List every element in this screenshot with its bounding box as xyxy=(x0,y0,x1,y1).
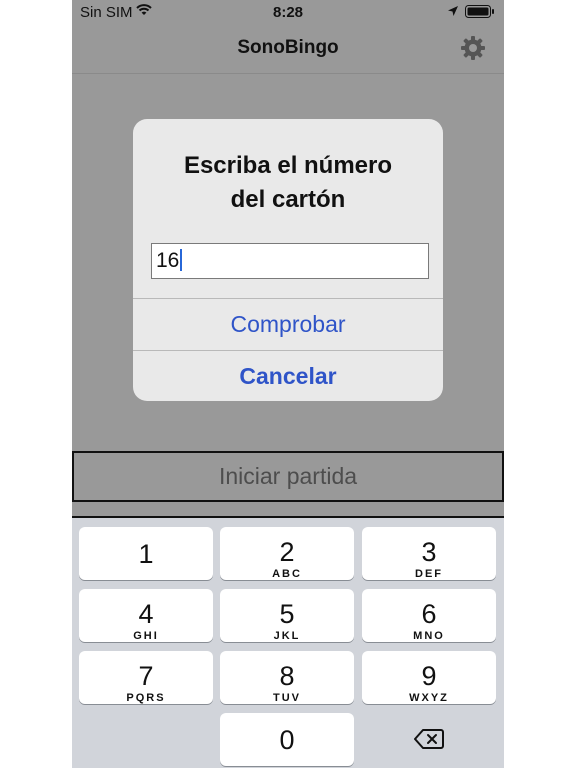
dialog-title: Escriba el número del cartón xyxy=(153,149,423,217)
card-number-input[interactable]: 16 xyxy=(151,243,429,279)
navigation-bar: SonoBingo xyxy=(72,24,504,74)
battery-icon xyxy=(465,5,494,18)
app-screen: Sin SIM 8:28 SonoBingo Iniciar partida E… xyxy=(72,0,504,768)
card-number-value: 16 xyxy=(156,249,180,272)
numeric-keypad: 1 2 ABC 3 DEF 4 GHI 5 JKL 6 MNO 7 PQRS 8… xyxy=(72,516,504,768)
key-digit: 2 xyxy=(279,537,295,567)
key-2[interactable]: 2 ABC xyxy=(220,527,354,580)
key-letters: ABC xyxy=(272,568,302,580)
key-letters: PQRS xyxy=(126,692,166,704)
key-1[interactable]: 1 xyxy=(79,527,213,580)
key-6[interactable]: 6 MNO xyxy=(362,589,496,642)
key-letters: JKL xyxy=(273,630,301,642)
key-digit: 7 xyxy=(138,661,154,691)
key-digit: 8 xyxy=(279,661,295,691)
app-title: SonoBingo xyxy=(237,37,339,58)
key-letters: GHI xyxy=(133,630,159,642)
card-number-dialog: Escriba el número del cartón 16 Comproba… xyxy=(133,119,443,401)
key-7[interactable]: 7 PQRS xyxy=(79,651,213,704)
key-digit: 6 xyxy=(421,599,437,629)
status-time: 8:28 xyxy=(272,4,304,21)
key-letters: WXYZ xyxy=(409,692,449,704)
key-5[interactable]: 5 JKL xyxy=(220,589,354,642)
cancel-button[interactable]: Cancelar xyxy=(133,351,443,401)
key-letters: MNO xyxy=(413,630,445,642)
key-letters: TUV xyxy=(273,692,301,704)
key-digit: 3 xyxy=(421,537,437,567)
dialog-title-line2: del cartón xyxy=(230,186,346,213)
dialog-title-line1: Escriba el número xyxy=(183,152,393,179)
key-3[interactable]: 3 DEF xyxy=(362,527,496,580)
key-letters: DEF xyxy=(415,568,443,580)
key-9[interactable]: 9 WXYZ xyxy=(362,651,496,704)
delete-key[interactable] xyxy=(362,713,496,766)
key-digit: 4 xyxy=(138,599,154,629)
text-cursor xyxy=(180,249,183,271)
key-digit: 0 xyxy=(279,725,295,755)
key-8[interactable]: 8 TUV xyxy=(220,651,354,704)
key-digit: 1 xyxy=(138,539,154,569)
location-arrow-icon xyxy=(448,6,458,16)
start-game-button[interactable]: Iniciar partida xyxy=(72,451,504,502)
gear-icon[interactable] xyxy=(460,35,486,61)
key-digit: 9 xyxy=(421,661,437,691)
status-bar: Sin SIM 8:28 xyxy=(72,0,504,24)
key-4[interactable]: 4 GHI xyxy=(79,589,213,642)
key-digit: 5 xyxy=(279,599,295,629)
backspace-icon xyxy=(414,729,444,749)
check-button[interactable]: Comprobar xyxy=(133,299,443,350)
key-0[interactable]: 0 xyxy=(220,713,354,766)
